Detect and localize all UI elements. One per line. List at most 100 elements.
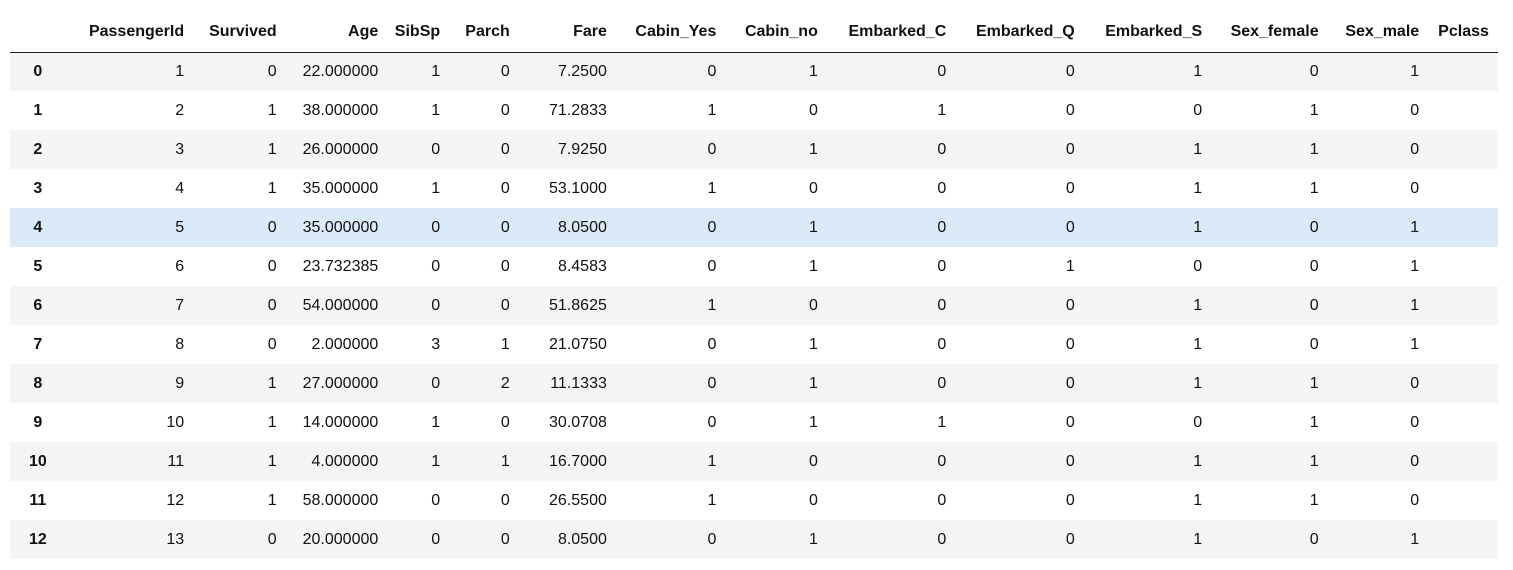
table-row[interactable]: 5 6 0 23.732385 0 0 8.4583 0 1 0 1 0 0 1: [10, 247, 1498, 286]
table-cell: 1: [1410, 257, 1420, 275]
table-cell: 1: [1193, 452, 1203, 470]
row-index: 4: [33, 218, 43, 236]
table-cell: 0: [707, 62, 717, 80]
row-index: 5: [33, 257, 43, 275]
table-cell: 1: [808, 257, 818, 275]
table-cell: 0: [1309, 257, 1319, 275]
table-row[interactable]: 9 10 1 14.000000 1 0 30.0708 0 1 1 0 0 1 0: [10, 403, 1498, 442]
table-cell: 1: [808, 62, 818, 80]
table-cell: 14.000000: [302, 413, 379, 431]
table-cell: 1: [808, 218, 818, 236]
table-row[interactable]: 3 4 1 35.000000 1 0 53.1000 1 0 0 0 1 1 0: [10, 169, 1498, 208]
table-row[interactable]: 12 13 0 20.000000 0 0 8.0500 0 1 0 0 1 0 1: [10, 520, 1498, 559]
table-row[interactable]: 10 11 1 4.000000 1 1 16.7000 1 0 0 0 1 1 0: [10, 442, 1498, 481]
column-header: Sex_female: [1211, 12, 1328, 53]
table-cell: [1428, 130, 1498, 169]
table-cell: 0: [1309, 218, 1319, 236]
table-cell: 0: [808, 296, 818, 314]
index-column-header: [10, 12, 66, 53]
table-cell: 1: [431, 179, 441, 197]
table-cell: 23.732385: [302, 257, 379, 275]
table-cell: 1: [707, 452, 717, 470]
table-cell: 0: [431, 530, 441, 548]
table-cell: 0: [1065, 413, 1075, 431]
table-cell: 1: [1193, 218, 1203, 236]
row-index: 8: [33, 374, 43, 392]
row-index: 2: [33, 140, 43, 158]
table-cell: 3: [175, 140, 185, 158]
table-row[interactable]: 7 8 0 2.000000 3 1 21.0750 0 1 0 0 1 0 1: [10, 325, 1498, 364]
table-row[interactable]: 8 9 1 27.000000 0 2 11.1333 0 1 0 0 1 1 0: [10, 364, 1498, 403]
row-index: 11: [29, 491, 47, 509]
table-cell: 58.000000: [302, 491, 379, 509]
row-index: 3: [33, 179, 43, 197]
table-cell: 0: [1410, 101, 1420, 119]
table-row[interactable]: 4 5 0 35.000000 0 0 8.0500 0 1 0 0 1 0 1: [10, 208, 1498, 247]
table-cell: 3: [431, 335, 441, 353]
table-cell: 0: [1410, 140, 1420, 158]
table-cell: 0: [707, 530, 717, 548]
table-cell: 0: [937, 530, 947, 548]
table-cell: 1: [707, 101, 717, 119]
table-cell: 6: [175, 257, 185, 275]
table-cell: 0: [707, 257, 717, 275]
table-cell: 1: [1193, 179, 1203, 197]
table-cell: 26.000000: [302, 140, 379, 158]
table-cell: 1: [808, 140, 818, 158]
table-cell: 0: [500, 140, 510, 158]
row-index: 9: [33, 413, 43, 431]
column-header: Parch: [449, 12, 519, 53]
table-cell: 10: [166, 413, 185, 431]
table-cell: 4: [175, 179, 185, 197]
table-cell: 26.5500: [549, 491, 607, 509]
table-cell: 8.0500: [557, 218, 607, 236]
table-cell: 8: [175, 335, 185, 353]
table-cell: 13: [166, 530, 185, 548]
table-cell: 0: [431, 374, 441, 392]
table-cell: 71.2833: [549, 101, 607, 119]
table-cell: 0: [937, 374, 947, 392]
table-cell: 0: [808, 452, 818, 470]
table-cell: 0: [707, 218, 717, 236]
table-row[interactable]: 11 12 1 58.000000 0 0 26.5500 1 0 0 0 1 1 0: [10, 481, 1498, 520]
table-cell: 0: [1065, 491, 1075, 509]
table-row[interactable]: 1 2 1 38.000000 1 0 71.2833 1 0 1 0 0 1 0: [10, 91, 1498, 130]
table-cell: 11: [167, 452, 185, 470]
table-cell: 1: [1410, 335, 1420, 353]
table-cell: 1: [1193, 530, 1203, 548]
table-cell: 0: [1065, 101, 1075, 119]
column-header: Cabin_Yes: [615, 12, 726, 53]
table-cell: 1: [1309, 491, 1319, 509]
table-cell: 0: [937, 218, 947, 236]
table-row[interactable]: 2 3 1 26.000000 0 0 7.9250 0 1 0 0 1 1 0: [10, 130, 1498, 169]
table-row[interactable]: 0 1 0 22.000000 1 0 7.2500 0 1 0 0 1 0 1: [10, 52, 1498, 91]
table-cell: 0: [1309, 296, 1319, 314]
table-cell: 1: [707, 179, 717, 197]
table-cell: 0: [1410, 491, 1420, 509]
column-header: SibSp: [387, 12, 450, 53]
table-cell: 1: [707, 296, 717, 314]
table-cell: 7: [175, 296, 185, 314]
table-cell: 0: [937, 62, 947, 80]
table-cell: [1428, 481, 1498, 520]
column-header: Age: [285, 12, 388, 53]
table-cell: 0: [1065, 374, 1075, 392]
table-cell: 1: [267, 140, 277, 158]
table-cell: 2.000000: [311, 335, 379, 353]
column-header: Sex_male: [1327, 12, 1429, 53]
table-cell: 0: [1065, 530, 1075, 548]
table-cell: 0: [1193, 101, 1203, 119]
table-cell: 1: [808, 374, 818, 392]
dataframe-table: PassengerId Survived Age SibSp Parch Fare Cabi…: [10, 12, 1498, 559]
table-cell: 1: [500, 335, 510, 353]
table-cell: 1: [267, 179, 277, 197]
table-cell: 0: [431, 296, 441, 314]
table-row[interactable]: 6 7 0 54.000000 0 0 51.8625 1 0 0 0 1 0 1: [10, 286, 1498, 325]
table-cell: [1428, 169, 1498, 208]
table-cell: 27.000000: [302, 374, 379, 392]
header-row: PassengerId Survived Age SibSp Parch Fare Cabi…: [10, 12, 1498, 53]
table-cell: 1: [1309, 140, 1319, 158]
table-cell: 1: [267, 491, 277, 509]
row-index: 12: [28, 530, 47, 548]
table-cell: [1428, 247, 1498, 286]
